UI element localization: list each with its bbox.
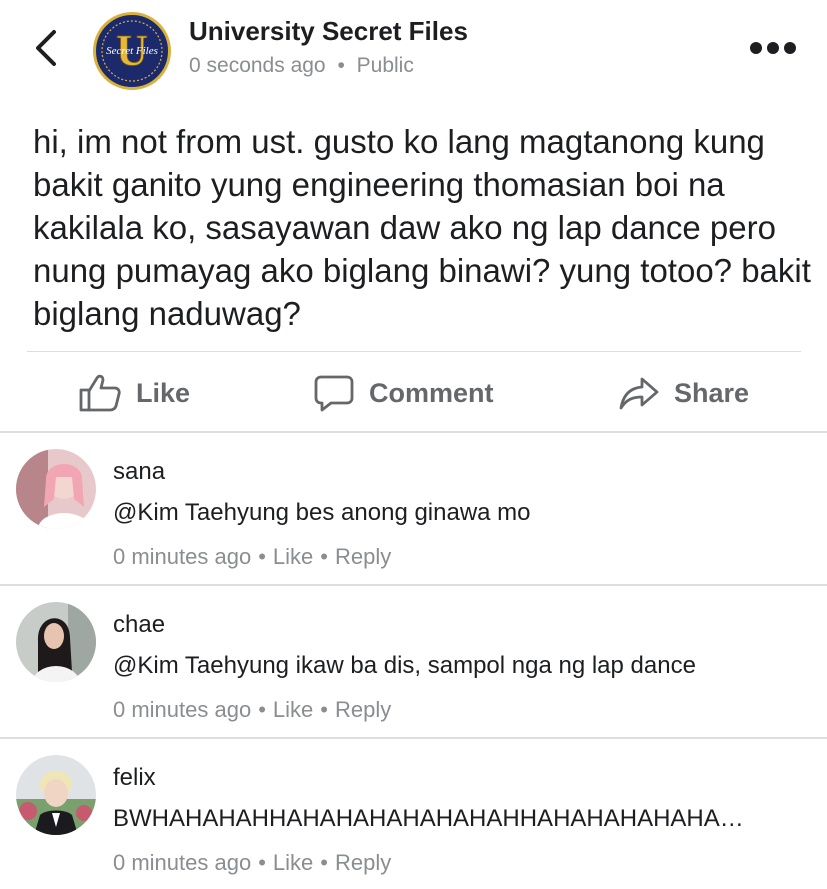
like-button[interactable]: Like	[78, 362, 190, 424]
profile-photo-icon	[16, 449, 96, 529]
comment-label: Comment	[369, 377, 494, 408]
comment-text: @Kim Taehyung bes anong ginawa mo	[113, 499, 531, 526]
comment-time: 0 minutes ago	[113, 850, 252, 875]
meta-separator: •	[320, 850, 328, 875]
profile-photo-icon	[16, 602, 96, 682]
post-body: hi, im not from ust. gusto ko lang magta…	[33, 123, 811, 332]
post-actions-bar: Like Comment Share	[0, 362, 827, 424]
comment-meta: 0 minutes ago • Like • Reply	[113, 850, 391, 876]
commenter-name[interactable]: felix	[113, 764, 156, 792]
meta-separator: •	[320, 544, 328, 569]
divider	[27, 351, 801, 352]
back-chevron-icon	[36, 30, 56, 66]
post-header: U Secret Files University Secret Files 0…	[0, 0, 827, 100]
comment-like-link[interactable]: Like	[273, 697, 313, 722]
comment-text: @Kim Taehyung ikaw ba dis, sampol nga ng…	[113, 652, 696, 679]
comment-like-link[interactable]: Like	[273, 850, 313, 875]
comment-item: sana @Kim Taehyung bes anong ginawa mo 0…	[0, 433, 827, 583]
page-avatar[interactable]: U Secret Files	[93, 12, 171, 90]
comment-like-link[interactable]: Like	[273, 544, 313, 569]
commenter-avatar[interactable]	[16, 755, 96, 835]
commenter-name[interactable]: sana	[113, 458, 165, 486]
avatar-script: Secret Files	[106, 45, 158, 57]
comment-reply-link[interactable]: Reply	[335, 544, 391, 569]
comment-reply-link[interactable]: Reply	[335, 697, 391, 722]
commenter-avatar[interactable]	[16, 449, 96, 529]
page-name-link[interactable]: University Secret Files	[189, 16, 468, 47]
share-label: Share	[674, 377, 750, 408]
post-time[interactable]: 0 seconds ago	[189, 54, 326, 77]
meta-separator: •	[258, 544, 266, 569]
meta-separator: •	[258, 850, 266, 875]
meta-separator: •	[320, 697, 328, 722]
like-label: Like	[136, 377, 191, 408]
like-thumb-icon	[79, 374, 121, 412]
more-options-button[interactable]	[748, 38, 798, 58]
comment-time: 0 minutes ago	[113, 697, 252, 722]
university-logo-icon: U Secret Files	[99, 18, 165, 84]
privacy-label: Public	[356, 54, 414, 77]
post-meta: 0 seconds ago • Public	[189, 54, 414, 78]
more-dots-icon	[750, 42, 796, 54]
comment-meta: 0 minutes ago • Like • Reply	[113, 544, 391, 570]
share-button[interactable]: Share	[618, 362, 749, 424]
comment-text: BWHAHAHAHHAHAHAHAHAHAHAHHAHAHAHAHAHA…	[113, 805, 744, 832]
comment-reply-link[interactable]: Reply	[335, 850, 391, 875]
comment-meta: 0 minutes ago • Like • Reply	[113, 697, 391, 723]
commenter-name[interactable]: chae	[113, 611, 165, 639]
back-button[interactable]	[28, 22, 68, 74]
comment-time: 0 minutes ago	[113, 544, 252, 569]
profile-photo-icon	[16, 755, 96, 835]
meta-separator: •	[337, 54, 345, 77]
meta-separator: •	[258, 697, 266, 722]
comment-bubble-icon	[314, 375, 354, 412]
commenter-avatar[interactable]	[16, 602, 96, 682]
comment-item: felix BWHAHAHAHHAHAHAHAHAHAHAHHAHAHAHAHA…	[0, 739, 827, 889]
share-arrow-icon	[619, 377, 659, 410]
comment-item: chae @Kim Taehyung ikaw ba dis, sampol n…	[0, 586, 827, 736]
comment-button[interactable]: Comment	[313, 362, 494, 424]
